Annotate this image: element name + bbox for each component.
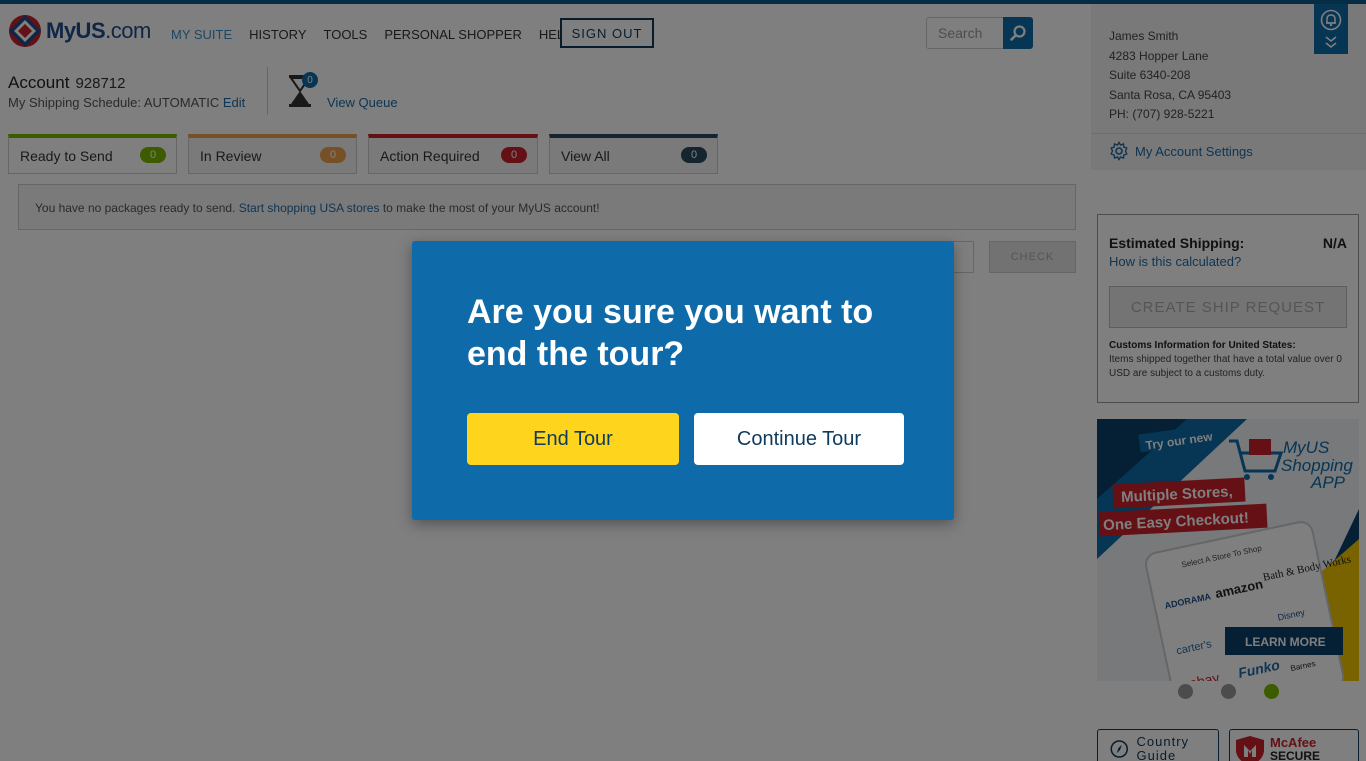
continue-tour-button[interactable]: Continue Tour (694, 413, 904, 465)
end-tour-dialog: Are you sure you want to end the tour? E… (412, 241, 954, 520)
dialog-question: Are you sure you want to end the tour? (467, 293, 874, 373)
end-tour-button[interactable]: End Tour (467, 413, 679, 465)
